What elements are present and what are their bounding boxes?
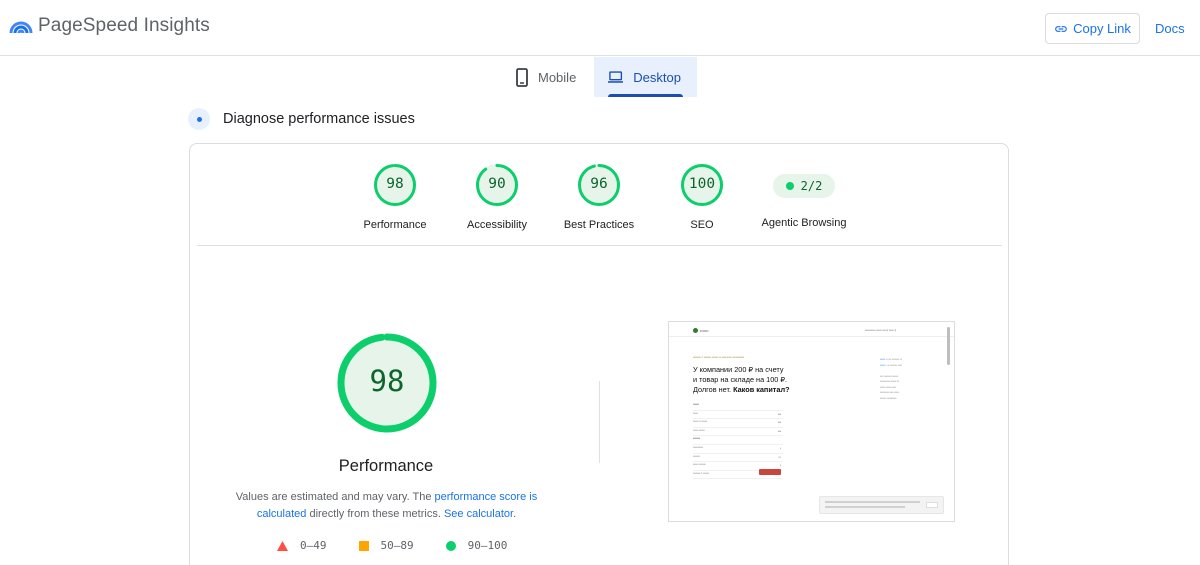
- brand[interactable]: PageSpeed Insights: [9, 14, 210, 38]
- report-card: 98 Performance 90 Accessibility 96 Best …: [189, 143, 1009, 565]
- score-legend: 0–49 50–89 90–100: [277, 539, 507, 552]
- desc-text: Values are estimated and may vary. The: [235, 491, 435, 503]
- docs-link[interactable]: Docs: [1155, 21, 1185, 36]
- pass-dot-icon: [785, 182, 794, 190]
- legend-range: 50–89: [380, 539, 414, 552]
- agentic-value: 2/2: [800, 179, 823, 193]
- tab-mobile-label: Mobile: [538, 69, 577, 85]
- gauge-seo[interactable]: 100 SEO: [647, 163, 757, 231]
- link-icon: [1055, 25, 1067, 32]
- legend-range: 90–100: [467, 539, 508, 552]
- gauge-performance[interactable]: 98 Performance: [340, 163, 450, 231]
- divider: [197, 245, 1002, 246]
- gauge-value: 100: [688, 176, 716, 192]
- gauge-label: Agentic Browsing: [761, 217, 847, 229]
- top-app-bar: PageSpeed Insights Copy Link Docs: [0, 0, 1200, 56]
- legend-item-pass: 90–100: [445, 539, 508, 552]
- copy-link-button[interactable]: Copy Link: [1045, 13, 1140, 44]
- thumb-form: •••••• ••••• ••• ••••• •• •••••• ••• •••••…: [693, 402, 783, 480]
- smartphone-icon: [516, 67, 528, 87]
- tab-mobile[interactable]: Mobile: [502, 57, 594, 97]
- section-title: Diagnose performance issues: [223, 111, 415, 127]
- performance-title: Performance: [338, 457, 434, 475]
- gauge-label: Best Practices: [563, 219, 635, 231]
- pagespeed-logo-icon: [9, 21, 33, 34]
- thumb-heading-line: и товар на складе на 100 ₽.: [693, 375, 788, 384]
- thumb-heading-bold: Каков капитал?: [733, 385, 790, 394]
- legend-item-fail: 0–49: [277, 539, 327, 552]
- diagnose-dot-icon: [188, 108, 210, 130]
- gauge-value: 90: [488, 176, 506, 192]
- circle-icon: [445, 540, 456, 551]
- device-tabs: Mobile Desktop: [502, 57, 697, 97]
- thumb-sidebar: ••••• •• ••• ••••••• •• ••••• • •• •••••…: [880, 357, 902, 400]
- thumb-breadcrumb: •••••••• / ••••••• •••••• •• ••••••••• •…: [693, 355, 744, 359]
- desc-text: .: [513, 508, 517, 520]
- copy-link-label: Copy Link: [1073, 21, 1131, 36]
- thumb-heading-line: У компании 200 ₽ на счету: [693, 365, 784, 374]
- thumb-nav-right: •••••••••• ••••• •••• [ ••••• ]: [865, 328, 897, 332]
- thumb-scrollbar: [947, 327, 950, 365]
- thumb-nav: •••••••: [693, 328, 709, 333]
- performance-score-value: 98: [369, 364, 405, 398]
- diagnose-heading: Diagnose performance issues: [188, 108, 415, 130]
- square-icon: [358, 540, 369, 551]
- agentic-status-badge: 2/2: [773, 174, 835, 198]
- score-gauges: 98 Performance 90 Accessibility 96 Best …: [190, 144, 1008, 245]
- performance-description: Values are estimated and may vary. The p…: [230, 489, 543, 523]
- gauge-label: Performance: [363, 219, 427, 231]
- gauge-agentic-browsing[interactable]: 2/2 Agentic Browsing: [749, 164, 859, 229]
- thumb-heading-line: Долгов нет.: [693, 385, 734, 394]
- tab-desktop-label: Desktop: [633, 69, 681, 85]
- gauge-accessibility[interactable]: 90 Accessibility: [442, 163, 552, 231]
- legend-item-average: 50–89: [358, 539, 414, 552]
- page-screenshot-thumbnail[interactable]: ••••••• •••••••••• ••••• •••• [ ••••• ] …: [668, 321, 955, 522]
- thumb-cookie-banner: [819, 496, 944, 514]
- desc-text: directly from these metrics.: [306, 508, 444, 520]
- app-title: PageSpeed Insights: [38, 15, 210, 36]
- gauge-label: SEO: [690, 219, 714, 231]
- vertical-divider: [599, 381, 600, 463]
- gauge-best-practices[interactable]: 96 Best Practices: [544, 163, 654, 231]
- gauge-value: 96: [590, 176, 608, 192]
- gauge-label: Accessibility: [467, 219, 527, 231]
- legend-range: 0–49: [300, 539, 327, 552]
- thumb-button: [759, 469, 781, 475]
- see-calculator-link[interactable]: See calculator: [444, 508, 513, 520]
- desktop-icon: [608, 71, 624, 83]
- triangle-icon: [277, 540, 288, 551]
- thumb-heading: У компании 200 ₽ на счету и товар на скл…: [693, 365, 813, 395]
- gauge-value: 98: [386, 176, 404, 192]
- tab-desktop[interactable]: Desktop: [594, 57, 697, 97]
